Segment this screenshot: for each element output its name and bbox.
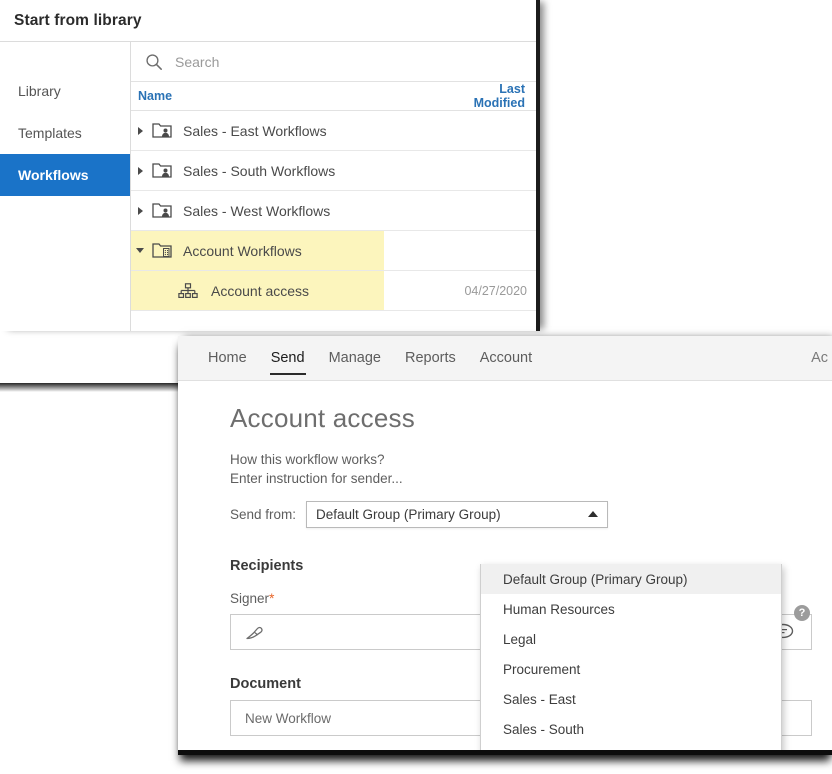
caret-up-icon (588, 511, 599, 517)
help-icon[interactable]: ? (794, 605, 810, 621)
pen-signature-icon (231, 622, 279, 642)
table-row[interactable]: Sales - West Workflows (131, 191, 536, 231)
expand-toggle-icon[interactable] (131, 126, 149, 135)
send-content: Account access How this workflow works? … (178, 381, 832, 756)
tab-label: Manage (328, 350, 381, 366)
tab-label: Home (208, 350, 247, 366)
dropdown-option-label: Human Resources (503, 601, 615, 617)
table-row[interactable]: Sales - South Workflows (131, 151, 536, 191)
library-sidebar: Library Templates Workflows (0, 42, 131, 331)
folder-user-icon (149, 202, 175, 219)
row-name: Sales - East Workflows (183, 122, 327, 139)
sidebar-item-label: Library (18, 83, 61, 99)
dropdown-option[interactable]: Sales - South (481, 714, 781, 744)
document-name-value: New Workflow (245, 710, 332, 726)
page-title: Start from library (14, 11, 142, 29)
send-workflow-window: Home Send Manage Reports Account Ac Acco… (178, 336, 832, 755)
dropdown-option-label: Legal (503, 631, 537, 647)
tab-reports[interactable]: Reports (393, 336, 468, 380)
folder-user-icon (149, 162, 175, 179)
dropdown-option-label: Sales - South (503, 721, 585, 737)
tab-home[interactable]: Home (196, 336, 259, 380)
send-from-dropdown: Default Group (Primary Group) Human Reso… (480, 564, 782, 756)
table-row[interactable]: Sales - East Workflows (131, 111, 536, 151)
required-marker: * (269, 590, 275, 606)
row-name: Sales - West Workflows (183, 202, 331, 219)
collapse-toggle-icon[interactable] (131, 248, 149, 253)
sidebar-item-label: Workflows (18, 167, 89, 183)
row-date: 04/27/2020 (464, 283, 527, 298)
search-icon (146, 53, 162, 70)
folder-building-icon (149, 242, 175, 259)
tab-label: Reports (404, 350, 456, 366)
row-name: Account Workflows (183, 242, 302, 259)
dropdown-option[interactable]: Procurement (481, 654, 781, 684)
workflow-help-line-2: Enter instruction for sender... (230, 471, 403, 486)
dropdown-option-label: Sales - East (503, 691, 576, 707)
signer-label-text: Signer (230, 591, 270, 606)
send-from-row: Send from: Default Group (Primary Group) (230, 500, 832, 528)
folder-user-icon (149, 122, 175, 139)
row-name: Sales - South Workflows (183, 162, 336, 179)
table-row[interactable]: Account access 04/27/2020 (131, 271, 536, 311)
main-nav-bar: Home Send Manage Reports Account Ac (178, 336, 832, 381)
dropdown-option-label: Default Group (Primary Group) (503, 571, 688, 587)
search-input[interactable] (175, 53, 475, 70)
window-drop-shadow (0, 383, 178, 392)
column-header-name[interactable]: Name (131, 89, 458, 103)
dropdown-option[interactable]: Human Resources (481, 594, 781, 624)
sidebar-item-templates[interactable]: Templates (0, 112, 130, 154)
nav-right-clipped-item[interactable]: Ac (811, 336, 832, 380)
search-bar[interactable] (131, 42, 536, 82)
library-list-panel: Name Last Modified Sales - East Workflow… (131, 42, 536, 331)
workflow-help-line-1: How this workflow works? (230, 452, 385, 467)
dropdown-option[interactable]: Sales - East (481, 684, 781, 714)
tab-manage[interactable]: Manage (317, 336, 393, 380)
dropdown-option[interactable]: Legal (481, 624, 781, 654)
desktop-gap-strip (0, 331, 182, 383)
sidebar-item-library[interactable]: Library (0, 70, 130, 112)
screenshot-root: Start from library Library Templates Wor… (0, 0, 832, 774)
column-header-last-modified[interactable]: Last Modified (458, 82, 536, 110)
expand-toggle-icon[interactable] (131, 166, 149, 175)
sidebar-item-workflows[interactable]: Workflows (0, 154, 130, 196)
nav-right-label: Ac (811, 350, 828, 366)
org-chart-icon (175, 282, 201, 299)
tab-label: Account (479, 350, 533, 366)
library-title-bar: Start from library (0, 0, 536, 41)
dropdown-option[interactable]: Default Group (Primary Group) (481, 564, 781, 594)
dropdown-option-label: Sales - West (503, 752, 579, 756)
dropdown-option[interactable]: Sales - West (481, 744, 781, 756)
send-from-label: Send from: (230, 506, 297, 522)
tab-label: Send (270, 350, 305, 366)
sidebar-item-label: Templates (18, 125, 82, 141)
dropdown-option-label: Procurement (503, 661, 581, 677)
table-row[interactable]: Account Workflows (131, 231, 536, 271)
tab-send[interactable]: Send (259, 336, 317, 380)
library-body: Library Templates Workflows Search Name … (0, 41, 536, 331)
expand-toggle-icon[interactable] (131, 206, 149, 215)
workflow-title: Account access (230, 403, 415, 433)
tab-account[interactable]: Account (468, 336, 544, 380)
start-from-library-window: Start from library Library Templates Wor… (0, 0, 540, 331)
send-from-select[interactable]: Default Group (Primary Group) (306, 500, 609, 528)
send-from-selected-value: Default Group (Primary Group) (316, 506, 501, 522)
row-name: Account access (211, 282, 310, 299)
list-column-headers: Name Last Modified (131, 82, 536, 111)
